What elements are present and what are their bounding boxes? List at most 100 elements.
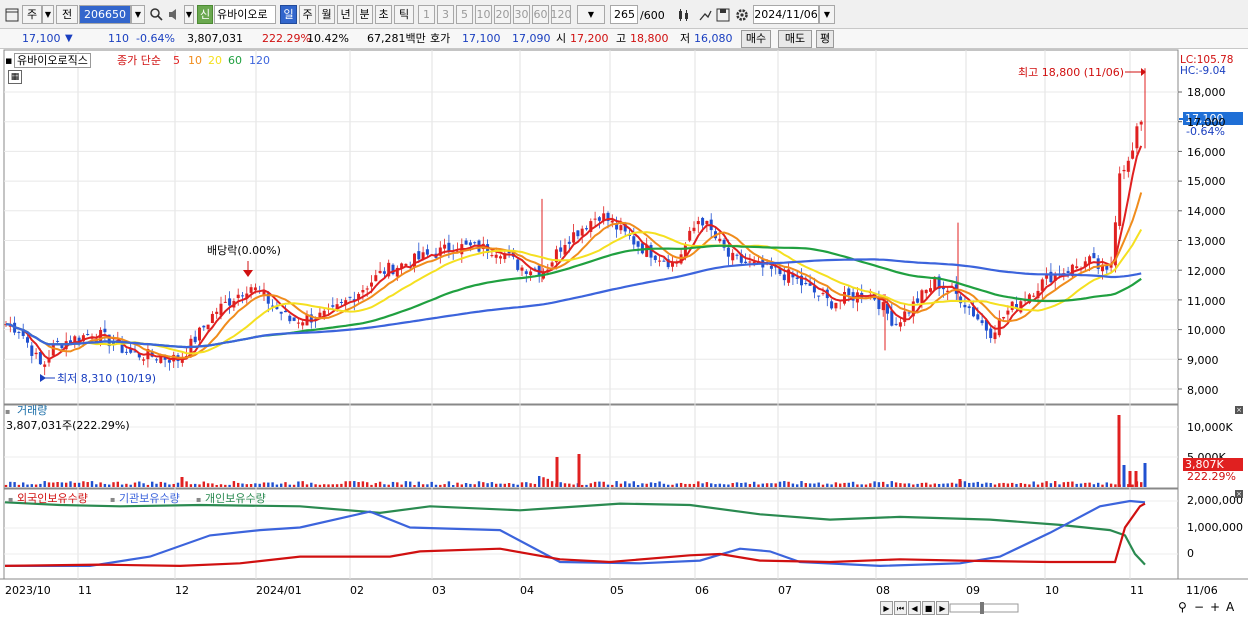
close-icon[interactable]: ×	[1235, 490, 1243, 498]
volume-bar	[800, 481, 803, 487]
volume-bar	[520, 482, 524, 487]
x-label-2: 12	[175, 584, 189, 597]
period-5-button[interactable]: 초	[375, 5, 392, 24]
average-button[interactable]: 평	[816, 30, 834, 48]
candle-body	[907, 312, 911, 314]
holding-legend-2[interactable]: 개인보유수량	[205, 492, 266, 505]
next-icon[interactable]: ▶	[936, 601, 949, 615]
volume-bar	[679, 482, 683, 487]
ma-1-label[interactable]: 10	[188, 54, 202, 67]
auto-scale-icon[interactable]: A	[1226, 601, 1234, 614]
candle-body	[301, 322, 305, 326]
sell-button[interactable]: 매도	[778, 30, 812, 48]
x-label-8: 06	[695, 584, 709, 597]
stop-icon[interactable]: ■	[922, 601, 935, 615]
volume-bar	[662, 483, 666, 487]
tick-2-button[interactable]: 5	[456, 5, 473, 24]
volume-bar	[4, 484, 8, 487]
volume-title[interactable]: 거래량	[17, 404, 47, 417]
market-select[interactable]: 주	[22, 5, 42, 24]
volume-spike	[555, 457, 559, 487]
candle-body	[378, 270, 382, 274]
count-input[interactable]: 265	[610, 5, 638, 24]
volume-bar	[125, 483, 128, 487]
tick-6-button[interactable]: 60	[532, 5, 549, 24]
volume-bar	[249, 484, 253, 487]
stock-title[interactable]: 유바이오로직스	[14, 53, 91, 68]
volume-bar	[873, 481, 876, 487]
save-icon[interactable]	[714, 5, 732, 24]
search-icon[interactable]	[147, 5, 165, 24]
stock-name-field[interactable]: 유바이오로	[214, 5, 276, 24]
stock-code-input[interactable]: 206650	[79, 5, 131, 24]
holding-tick-1000000: 1,000,000	[1187, 521, 1243, 534]
ma-indicator-label[interactable]: 종가 단순	[117, 54, 161, 67]
volume-bar	[1075, 483, 1078, 487]
calendar-icon[interactable]: ▼	[819, 5, 835, 24]
period-4-button[interactable]: 분	[356, 5, 373, 24]
table-icon[interactable]: ▦	[8, 70, 22, 84]
volume-bar	[172, 483, 175, 487]
candle-body	[193, 336, 197, 343]
volume-bar	[1084, 482, 1087, 487]
candle-body	[236, 294, 240, 299]
volume-bar	[550, 481, 554, 487]
candle-icon[interactable]	[675, 5, 693, 24]
chart-window-icon[interactable]	[3, 5, 21, 24]
count-total: /600	[640, 9, 665, 22]
ma-4-label[interactable]: 120	[249, 54, 270, 67]
play-icon[interactable]: ▶	[880, 601, 893, 615]
ma-2-label[interactable]: 20	[208, 54, 222, 67]
candle-body	[662, 260, 666, 262]
candle-body	[593, 218, 597, 220]
tick-0-button[interactable]: 1	[418, 5, 435, 24]
chart-area: ▪ 유바이오로직스 종가 단순 5 10 20 60 120 ▦ LC:105.78 H…	[0, 49, 1248, 621]
volume-bar	[434, 484, 438, 487]
holding-legend-1[interactable]: 기관보유수량	[119, 492, 180, 505]
plus-icon[interactable]: +	[1210, 601, 1220, 614]
first-icon[interactable]: ⏮	[894, 601, 907, 615]
prev-icon[interactable]: ◀	[908, 601, 921, 615]
chevron-down-icon[interactable]: ▼	[131, 5, 145, 24]
x-label-1: 11	[78, 584, 92, 597]
tick-7-button[interactable]: 120	[551, 5, 571, 24]
chevron-down-icon[interactable]: ▼	[184, 5, 194, 24]
ma-3-label[interactable]: 60	[228, 54, 242, 67]
buy-button[interactable]: 매수	[741, 30, 771, 48]
period-3-button[interactable]: 년	[337, 5, 354, 24]
tick-3-button[interactable]: 10	[475, 5, 492, 24]
prev-type-button[interactable]: 전	[56, 5, 78, 24]
current-price: 17,100	[22, 32, 61, 45]
stock-chart-svg[interactable]	[0, 49, 1248, 621]
tick-5-button[interactable]: 30	[513, 5, 530, 24]
candle-body	[989, 328, 993, 339]
tick-4-button[interactable]: 20	[494, 5, 511, 24]
volume-spike	[1128, 471, 1132, 487]
volume-bar	[430, 481, 433, 487]
gear-icon[interactable]	[733, 5, 751, 24]
volume-bar	[757, 484, 760, 487]
period-0-button[interactable]: 일	[280, 5, 297, 24]
tools-icon[interactable]	[696, 5, 714, 24]
speaker-icon[interactable]	[166, 5, 184, 24]
close-icon[interactable]: ×	[1235, 406, 1243, 414]
zoom-out-icon[interactable]: ⚲	[1178, 601, 1187, 614]
period-1-button[interactable]: 주	[299, 5, 316, 24]
price-change-pct: -0.64%	[136, 32, 175, 45]
ma-0-label[interactable]: 5	[173, 54, 180, 67]
candle-body	[993, 332, 997, 340]
period-2-button[interactable]: 월	[318, 5, 335, 24]
chevron-down-icon[interactable]: ▼	[42, 5, 54, 24]
tick-dropdown[interactable]: ▼	[577, 5, 605, 24]
period-6-button[interactable]: 틱	[394, 5, 414, 24]
volume-bar	[284, 482, 287, 487]
tick-1-button[interactable]: 3	[437, 5, 454, 24]
candle-body	[103, 328, 107, 333]
volume-bar	[211, 483, 214, 487]
candle-body	[619, 225, 623, 231]
minus-icon[interactable]: −	[1194, 601, 1204, 614]
candle-body	[795, 277, 799, 279]
date-input[interactable]: 2024/11/06	[753, 5, 819, 24]
panel-menu-icon[interactable]: ▪	[5, 54, 12, 67]
holding-legend-0[interactable]: 외국인보유수량	[17, 492, 88, 505]
